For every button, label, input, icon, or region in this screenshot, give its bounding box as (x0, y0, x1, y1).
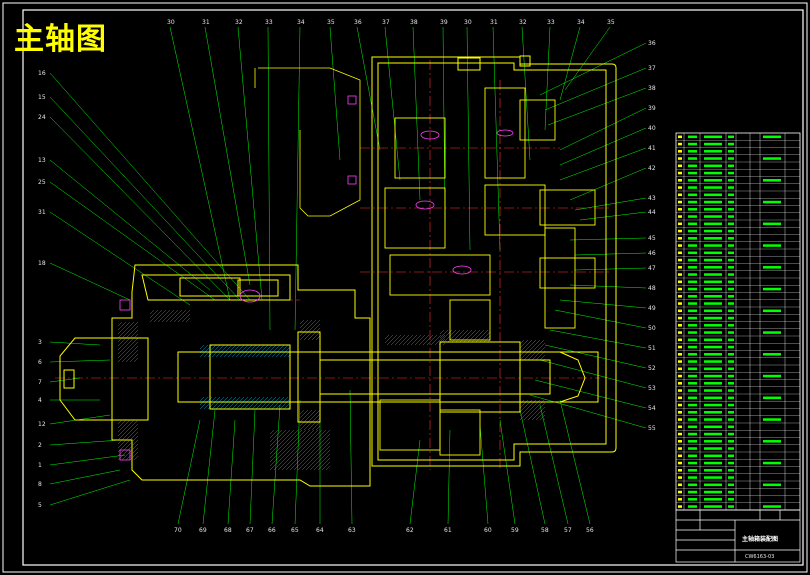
balloon-left-5: 31 (38, 209, 46, 216)
balloon-right-4: 40 (648, 125, 656, 132)
balloon-left-7: 3 (38, 339, 42, 346)
balloon-left-15: 5 (38, 502, 42, 509)
balloon-left-11: 12 (38, 421, 46, 428)
balloon-labels-bottom: 70 69 68 67 66 65 64 63 62 61 60 59 58 57 56 (174, 527, 594, 534)
balloon-bottom-4: 66 (268, 527, 276, 534)
balloon-left-2: 24 (38, 114, 46, 121)
balloon-top-7: 37 (382, 19, 390, 26)
balloon-right-3: 39 (648, 105, 656, 112)
balloon-right-13: 49 (648, 305, 656, 312)
parts-list-table (675, 132, 801, 511)
title-block-code: CW6163-03 (745, 554, 774, 560)
title-block-name: 主轴箱装配图 (742, 535, 778, 543)
balloon-top-10: 30 (464, 19, 472, 26)
balloon-labels-top: 30 31 32 33 34 35 36 37 38 39 30 31 32 33 34 35 (167, 19, 615, 26)
drawing-frame (22, 9, 804, 566)
balloon-top-4: 34 (297, 19, 305, 26)
balloon-top-15: 35 (607, 19, 615, 26)
balloon-top-0: 30 (167, 19, 175, 26)
balloon-bottom-12: 58 (541, 527, 549, 534)
balloon-top-8: 38 (410, 19, 418, 26)
assembly-drawing: 30 31 32 33 34 35 36 37 38 39 30 31 32 33 34 35 1615241… (2, 2, 808, 573)
balloon-right-0: 36 (648, 40, 656, 47)
balloon-right-10: 46 (648, 250, 656, 257)
balloon-right-17: 53 (648, 385, 656, 392)
balloon-bottom-13: 57 (564, 527, 572, 534)
balloon-top-1: 31 (202, 19, 210, 26)
balloon-left-3: 13 (38, 157, 46, 164)
balloon-right-19: 55 (648, 425, 656, 432)
balloon-left-14: 8 (38, 481, 42, 488)
gear-train (379, 87, 596, 456)
balloon-right-12: 48 (648, 285, 656, 292)
balloon-right-11: 47 (648, 265, 656, 272)
balloon-right-16: 52 (648, 365, 656, 372)
balloon-bottom-3: 67 (246, 527, 254, 534)
balloon-bottom-9: 61 (444, 527, 452, 534)
balloon-left-10: 4 (38, 397, 42, 404)
title-block (675, 509, 801, 563)
balloon-right-18: 54 (648, 405, 656, 412)
balloon-top-5: 35 (327, 19, 335, 26)
balloon-top-2: 32 (235, 19, 243, 26)
balloon-left-12: 2 (38, 442, 42, 449)
balloon-bottom-0: 70 (174, 527, 182, 534)
front-housing (59, 264, 371, 487)
balloon-bottom-6: 64 (316, 527, 324, 534)
balloon-right-7: 43 (648, 195, 656, 202)
balloon-left-6: 18 (38, 260, 46, 267)
balloon-left-1: 15 (38, 94, 46, 101)
balloon-bottom-14: 56 (586, 527, 594, 534)
balloon-right-14: 50 (648, 325, 656, 332)
drawing-canvas: 30 31 32 33 34 35 36 37 38 39 30 31 32 33 34 35 16 15 24 1… (0, 0, 810, 575)
balloon-right-2: 38 (648, 85, 656, 92)
balloon-top-14: 34 (577, 19, 585, 26)
section-hatching (117, 309, 546, 471)
balloon-left-4: 25 (38, 179, 46, 186)
balloon-left-9: 7 (38, 379, 42, 386)
balloon-labels-right: 36 37 38 39 40 41 42 43 44 45 46 47 48 49 50 51 52 53 54 55 (648, 40, 656, 432)
balloon-left-8: 6 (38, 359, 42, 366)
balloon-right-5: 41 (648, 145, 656, 152)
balloon-left-0: 16 (38, 70, 46, 77)
balloon-top-13: 33 (547, 19, 555, 26)
main-spindle (177, 331, 599, 423)
drawing-title: 主轴图 (14, 22, 107, 57)
balloon-bottom-5: 65 (291, 527, 299, 534)
balloon-right-1: 37 (648, 65, 656, 72)
balloon-top-11: 31 (490, 19, 498, 26)
balloon-bottom-10: 60 (484, 527, 492, 534)
balloon-right-8: 44 (648, 209, 656, 216)
balloon-right-9: 45 (648, 235, 656, 242)
balloon-bottom-2: 68 (224, 527, 232, 534)
balloon-top-9: 39 (440, 19, 448, 26)
motor-flange (254, 67, 361, 217)
balloon-right-15: 51 (648, 345, 656, 352)
balloon-top-6: 36 (354, 19, 362, 26)
outer-border (2, 2, 808, 573)
balloon-bottom-1: 69 (199, 527, 207, 534)
balloon-bottom-7: 63 (348, 527, 356, 534)
balloon-right-6: 42 (648, 165, 656, 172)
balloon-left-13: 1 (38, 462, 42, 469)
balloon-bottom-11: 59 (511, 527, 519, 534)
balloon-top-3: 33 (265, 19, 273, 26)
gearbox-housing (371, 55, 617, 467)
balloon-bottom-8: 62 (406, 527, 414, 534)
fasteners (119, 95, 514, 461)
balloon-labels-left: 161524132531183674122185 (38, 70, 46, 509)
balloon-top-12: 32 (519, 19, 527, 26)
